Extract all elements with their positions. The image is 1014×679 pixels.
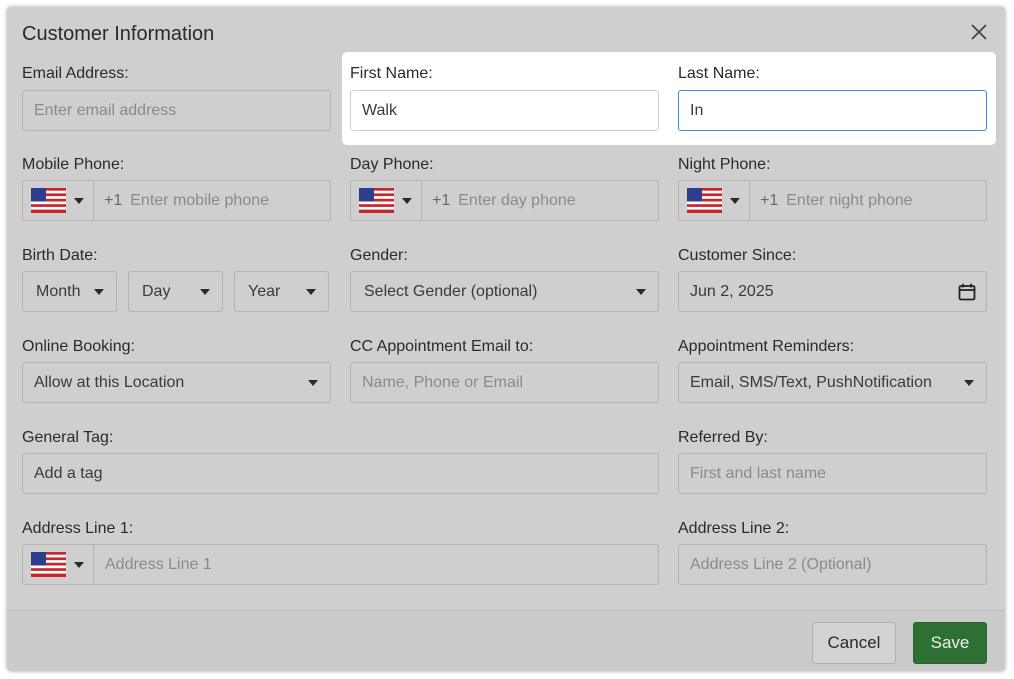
cc-email-placeholder: Name, Phone or Email [362,373,523,391]
online-booking-select[interactable]: Allow at this Location [22,362,331,403]
birth-day-select[interactable]: Day [128,271,223,312]
dialog-footer: Cancel Save [7,610,1005,671]
mobile-phone-placeholder: Enter mobile phone [130,191,270,209]
day-country-code: +1 [432,191,451,209]
mobile-phone-label: Mobile Phone: [22,156,125,173]
birth-month-value: Month [36,282,81,300]
general-tag-field[interactable]: Add a tag [22,453,659,494]
referred-by-placeholder: First and last name [690,464,827,482]
gender-select[interactable]: Select Gender (optional) [350,271,659,312]
caret-down-icon [636,289,646,295]
first-name-value: Walk [362,101,397,119]
caret-down-icon [402,198,412,204]
calendar-icon[interactable] [958,283,976,301]
cc-email-label: CC Appointment Email to: [350,338,534,355]
gender-label: Gender: [350,247,408,264]
caret-down-icon [308,380,318,386]
day-phone-label: Day Phone: [350,156,434,173]
customer-since-label: Customer Since: [678,247,797,264]
night-phone-placeholder: Enter night phone [786,191,913,209]
dialog-title: Customer Information [22,23,215,45]
caret-down-icon [74,198,84,204]
customer-information-dialog: Customer Information Email Address: Ente… [7,7,1005,671]
close-icon[interactable] [969,22,989,42]
caret-down-icon [306,289,316,295]
last-name-field[interactable]: In [678,90,987,131]
us-flag-icon [31,552,66,577]
last-name-label: Last Name: [678,65,760,82]
online-booking-label: Online Booking: [22,338,135,355]
day-phone-field[interactable]: +1 Enter day phone [350,180,659,221]
night-country-select[interactable] [679,181,750,220]
us-flag-icon [359,188,394,213]
birth-year-value: Year [248,282,281,300]
mobile-phone-field[interactable]: +1 Enter mobile phone [22,180,331,221]
online-booking-value: Allow at this Location [34,373,185,391]
cancel-button[interactable]: Cancel [812,622,896,664]
address1-label: Address Line 1: [22,520,134,537]
mobile-country-code: +1 [104,191,123,209]
birth-year-select[interactable]: Year [234,271,329,312]
general-tag-value: Add a tag [34,464,103,482]
us-flag-icon [31,188,66,213]
cc-email-field[interactable]: Name, Phone or Email [350,362,659,403]
email-placeholder: Enter email address [34,101,177,119]
caret-down-icon [94,289,104,295]
night-phone-field[interactable]: +1 Enter night phone [678,180,987,221]
caret-down-icon [74,562,84,568]
save-button[interactable]: Save [913,622,987,664]
birth-day-value: Day [142,282,171,300]
address1-field[interactable]: Address Line 1 [22,544,659,585]
last-name-value: In [690,101,704,119]
general-tag-label: General Tag: [22,429,114,446]
customer-since-field[interactable]: Jun 2, 2025 [678,271,987,312]
address1-placeholder: Address Line 1 [105,555,212,573]
us-flag-icon [687,188,722,213]
address2-placeholder: Address Line 2 (Optional) [690,555,872,573]
address-country-select[interactable] [23,545,94,584]
night-phone-label: Night Phone: [678,156,771,173]
day-country-select[interactable] [351,181,422,220]
first-name-label: First Name: [350,65,433,82]
address2-field[interactable]: Address Line 2 (Optional) [678,544,987,585]
reminders-value: Email, SMS/Text, PushNotification [690,373,932,391]
reminders-label: Appointment Reminders: [678,338,855,355]
gender-value: Select Gender (optional) [364,282,538,300]
customer-since-value: Jun 2, 2025 [690,282,774,300]
email-label: Email Address: [22,65,129,82]
caret-down-icon [730,198,740,204]
night-country-code: +1 [760,191,779,209]
first-name-field[interactable]: Walk [350,90,659,131]
reminders-select[interactable]: Email, SMS/Text, PushNotification [678,362,987,403]
day-phone-placeholder: Enter day phone [458,191,576,209]
birth-date-label: Birth Date: [22,247,98,264]
address2-label: Address Line 2: [678,520,790,537]
referred-by-label: Referred By: [678,429,768,446]
birth-month-select[interactable]: Month [22,271,117,312]
mobile-country-select[interactable] [23,181,94,220]
email-field[interactable]: Enter email address [22,90,331,131]
caret-down-icon [200,289,210,295]
caret-down-icon [964,380,974,386]
referred-by-field[interactable]: First and last name [678,453,987,494]
